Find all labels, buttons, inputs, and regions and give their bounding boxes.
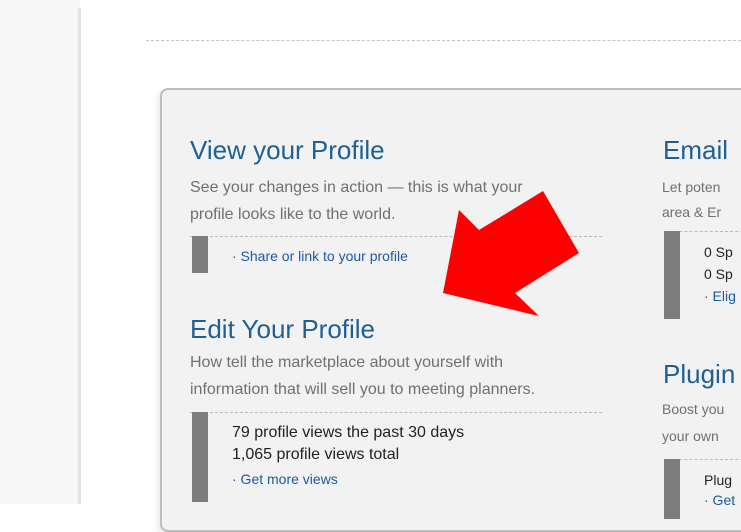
edit-profile-title[interactable]: Edit Your Profile <box>190 314 375 344</box>
plugins-get-link[interactable]: · Get <box>704 489 735 511</box>
edit-profile-divider <box>190 412 602 413</box>
view-profile-description-line2: profile looks like to the world. <box>190 206 396 223</box>
edit-profile-description-line2: information that will sell you to meetin… <box>190 381 536 398</box>
plugins-stat1: Plug <box>704 472 733 488</box>
profile-views-30-days: 79 profile views the past 30 days <box>232 424 465 441</box>
plugins-description-line1: Boost you <box>662 401 725 417</box>
profile-views-total: 1,065 profile views total <box>232 446 400 463</box>
plugins-bar <box>664 459 680 519</box>
red-arrow-icon <box>443 191 579 316</box>
email-description-line1: Let poten <box>662 179 721 195</box>
edit-profile-bar <box>192 412 208 502</box>
plugins-description-line2: your own <box>662 428 719 444</box>
email-stat1: 0 Sp <box>704 244 733 260</box>
get-more-views-link[interactable]: · Get more views <box>232 468 338 490</box>
email-bar <box>664 231 680 319</box>
email-description-line2: area & Er <box>662 204 722 220</box>
top-dotted-divider <box>146 40 741 41</box>
left-sidebar-background <box>0 0 80 504</box>
share-profile-link[interactable]: · Share or link to your profile <box>232 245 408 267</box>
view-profile-bar <box>192 236 208 273</box>
red-arrow-shape <box>443 191 579 316</box>
view-profile-title[interactable]: View your Profile <box>190 135 385 165</box>
edit-profile-description-line1: How tell the marketplace about yourself … <box>190 354 504 371</box>
email-stat2: 0 Sp <box>704 266 733 282</box>
email-eligibility-link[interactable]: · Elig <box>704 285 736 307</box>
sidebar-divider <box>78 8 81 504</box>
email-title[interactable]: Email <box>663 135 728 165</box>
plugins-title[interactable]: Plugin <box>663 359 735 389</box>
